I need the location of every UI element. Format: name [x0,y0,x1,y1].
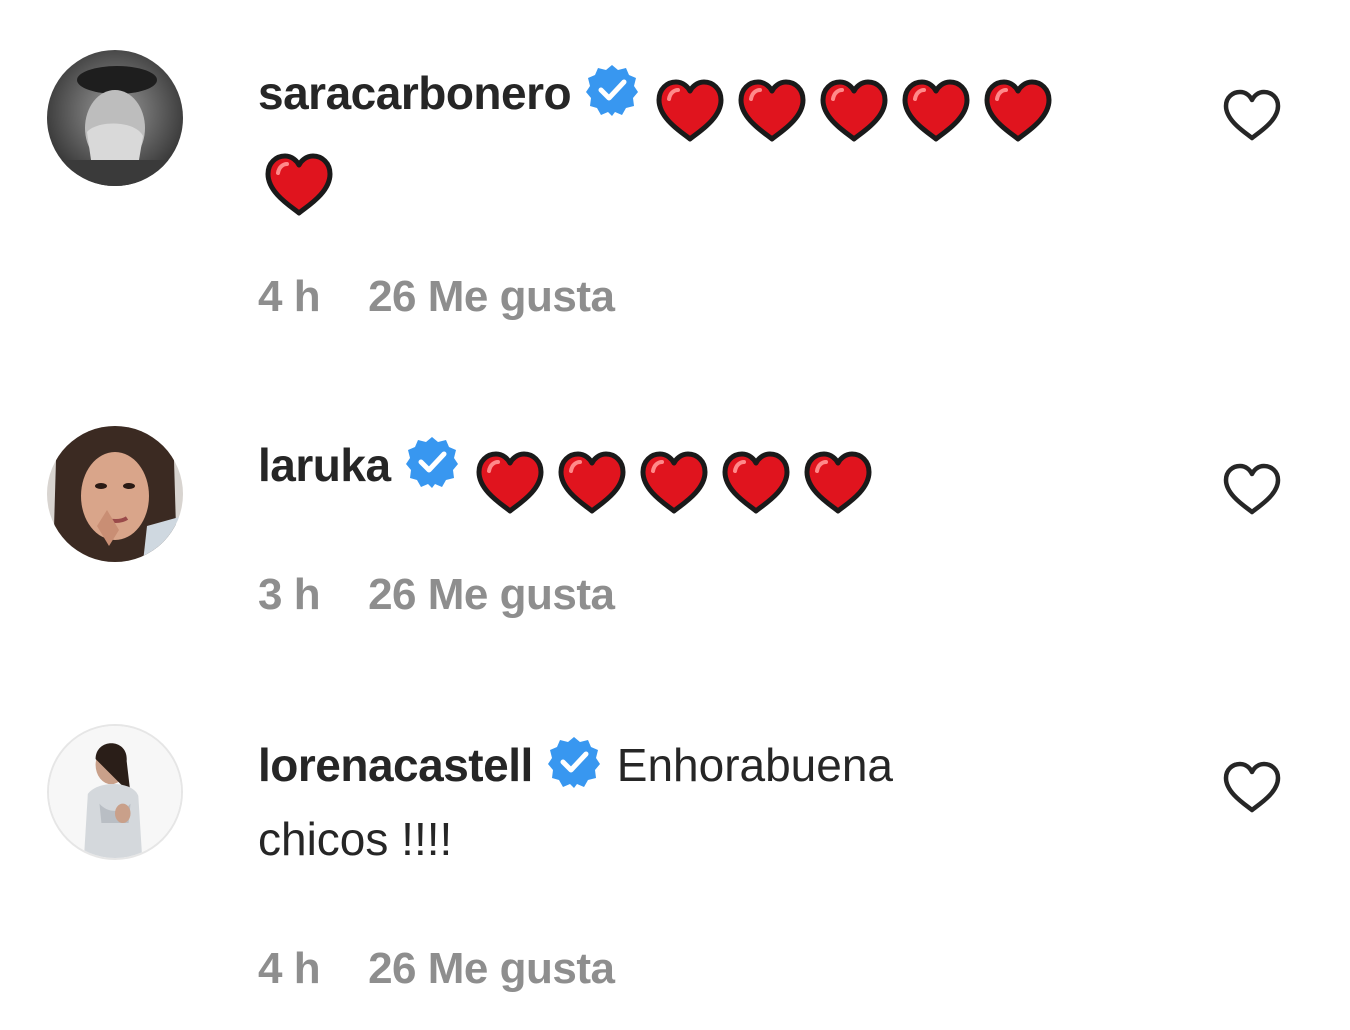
verified-badge-icon [405,435,459,489]
red-heart-emoji [737,79,807,143]
heart-outline-icon[interactable] [1222,760,1282,814]
verified-badge-icon [547,735,601,789]
red-heart-emoji [721,451,791,515]
emoji-row [655,70,1065,144]
red-heart-emoji [639,451,709,515]
red-heart-emoji [264,153,334,217]
avatar-image [47,426,183,562]
heart-outline-icon[interactable] [1222,462,1282,516]
comment-likes[interactable]: 26 Me gusta [368,944,615,993]
red-heart-emoji [803,451,873,515]
avatar[interactable] [47,426,183,562]
comment-likes[interactable]: 26 Me gusta [368,272,615,321]
comment-meta: 4 h 26 Me gusta [258,272,615,322]
comment-meta: 3 h 26 Me gusta [258,570,615,620]
comment-text: Enhorabuena [616,739,894,791]
red-heart-emoji [901,79,971,143]
verified-badge-icon [585,63,639,117]
username[interactable]: saracarbonero [258,67,572,119]
red-heart-emoji [819,79,889,143]
comment-time[interactable]: 4 h [258,944,321,993]
red-heart-emoji [557,451,627,515]
avatar[interactable] [47,724,183,860]
emoji-row [475,442,885,516]
comment-text: chicos !!!! [258,813,453,865]
comment-likes[interactable]: 26 Me gusta [368,570,615,619]
red-heart-emoji [655,79,725,143]
comment-time[interactable]: 3 h [258,570,321,619]
comment-time[interactable]: 4 h [258,272,321,321]
comment-meta: 4 h 26 Me gusta [258,944,615,994]
comment-body: lorenacastell Enhorabuena chicos !!!! [258,728,1158,876]
red-heart-emoji [475,451,545,515]
avatar-image [49,726,181,858]
username[interactable]: lorenacastell [258,739,533,791]
comment-body: saracarbonero [258,56,1158,218]
avatar[interactable] [47,50,183,186]
avatar-image [47,50,183,186]
comment-body: laruka [258,428,1158,516]
heart-outline-icon[interactable] [1222,88,1282,142]
red-heart-emoji [983,79,1053,143]
username[interactable]: laruka [258,439,391,491]
